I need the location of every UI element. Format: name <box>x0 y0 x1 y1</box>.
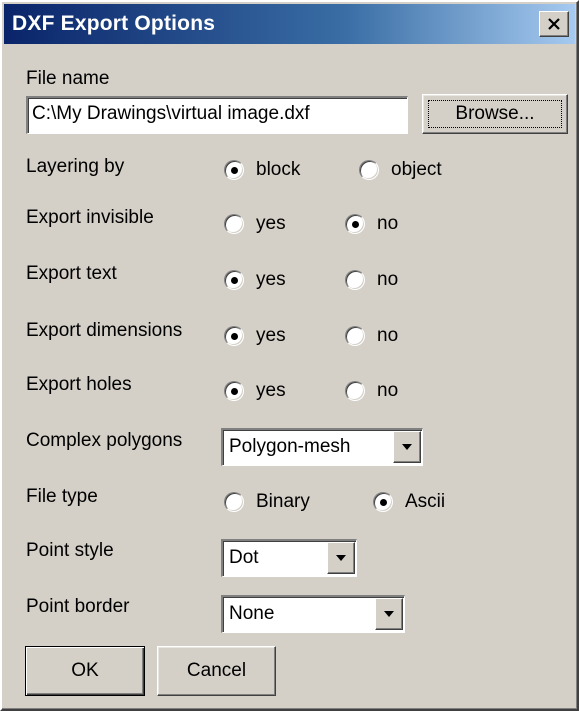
ok-button[interactable]: OK <box>25 646 145 696</box>
dropdown-value: None <box>229 603 275 624</box>
close-icon <box>548 18 560 30</box>
radio-button <box>224 214 244 234</box>
file-name-input[interactable]: C:\My Drawings\virtual image.dxf <box>26 96 408 134</box>
dropdown-button[interactable] <box>393 431 421 463</box>
point-style-dropdown[interactable]: Dot <box>221 539 357 577</box>
window-title: DXF Export Options <box>12 12 216 35</box>
radio-button <box>345 381 365 401</box>
export-invisible-label: Export invisible <box>26 207 154 228</box>
complex-polygons-label: Complex polygons <box>26 430 183 451</box>
export-holes-label: Export holes <box>26 374 132 395</box>
radio-dot <box>231 333 238 340</box>
browse-button[interactable]: Browse... <box>422 94 568 134</box>
radio-label: no <box>377 213 399 234</box>
radio-dot <box>231 167 238 174</box>
radio-label: block <box>256 159 301 180</box>
chevron-down-icon <box>336 555 346 561</box>
radio-button <box>345 326 365 346</box>
radio-label: no <box>377 269 399 290</box>
radio-button <box>373 492 393 512</box>
radio-button <box>224 381 244 401</box>
close-button[interactable] <box>539 11 569 37</box>
chevron-down-icon <box>384 611 394 617</box>
export-text-label: Export text <box>26 263 117 284</box>
file-name-label: File name <box>26 68 110 89</box>
layering-label: Layering by <box>26 156 125 177</box>
dxf-export-dialog: DXF Export Options File name C:\My Drawi… <box>0 0 579 711</box>
radio-label: yes <box>256 325 286 346</box>
file-type-label: File type <box>26 486 98 507</box>
point-border-dropdown[interactable]: None <box>221 595 405 633</box>
title-bar[interactable]: DXF Export Options <box>4 4 575 44</box>
chevron-down-icon <box>402 444 412 450</box>
radio-label: yes <box>256 380 286 401</box>
dropdown-value: Dot <box>229 547 259 568</box>
radio-dot <box>231 277 238 284</box>
radio-label: Ascii <box>405 491 446 512</box>
radio-button <box>224 270 244 290</box>
radio-button <box>224 326 244 346</box>
radio-label: Binary <box>256 491 310 512</box>
radio-button <box>345 214 365 234</box>
radio-label: yes <box>256 269 286 290</box>
point-style-label: Point style <box>26 540 114 561</box>
cancel-button[interactable]: Cancel <box>157 646 276 696</box>
browse-button-label: Browse... <box>428 100 562 128</box>
dropdown-button[interactable] <box>327 542 355 574</box>
complex-polygons-dropdown[interactable]: Polygon-mesh <box>221 428 423 466</box>
export-dimensions-label: Export dimensions <box>26 320 183 341</box>
radio-dot <box>380 499 387 506</box>
radio-button <box>224 160 244 180</box>
radio-dot <box>352 221 359 228</box>
radio-button <box>359 160 379 180</box>
radio-label: yes <box>256 213 286 234</box>
radio-dot <box>231 388 238 395</box>
dropdown-value: Polygon-mesh <box>229 436 351 457</box>
radio-label: object <box>391 159 442 180</box>
point-border-label: Point border <box>26 596 130 617</box>
dropdown-button[interactable] <box>375 598 403 630</box>
radio-label: no <box>377 325 399 346</box>
radio-button <box>224 492 244 512</box>
radio-label: no <box>377 380 399 401</box>
radio-button <box>345 270 365 290</box>
